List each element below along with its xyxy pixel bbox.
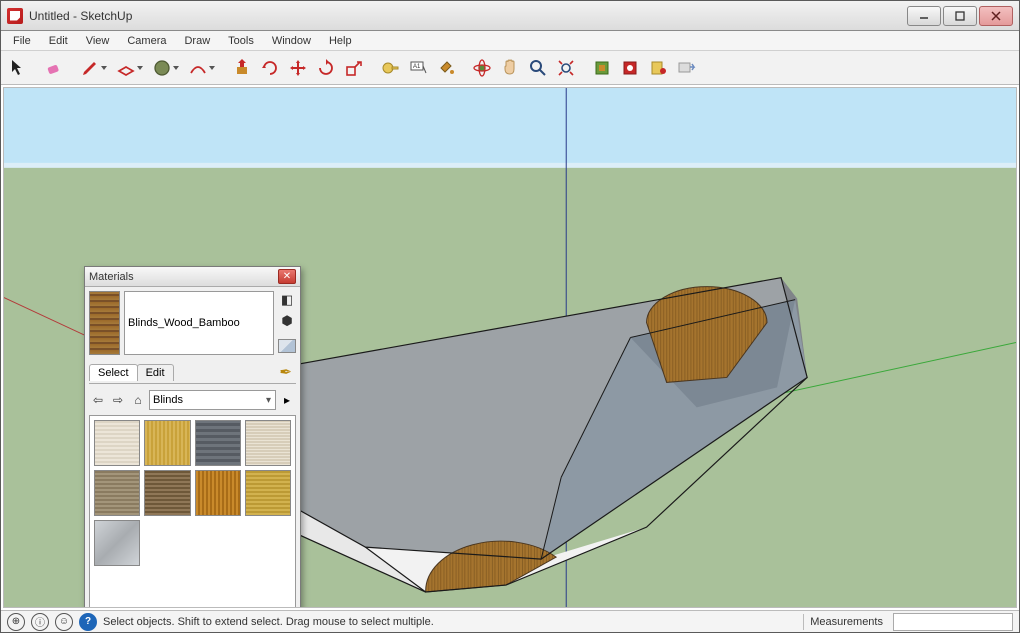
material-thumb[interactable]	[195, 420, 241, 466]
window-controls	[905, 6, 1013, 26]
signin-icon[interactable]: ☺	[55, 613, 73, 631]
default-material-icon[interactable]	[278, 339, 296, 353]
materials-titlebar[interactable]: Materials ✕	[85, 267, 300, 287]
orbit-tool-icon[interactable]	[469, 55, 495, 81]
layout-tool-icon[interactable]	[645, 55, 671, 81]
viewport-3d[interactable]: Materials ✕ ◧ ⬢ Select Ed	[3, 87, 1017, 608]
display-secondary-pane-icon[interactable]: ◧	[278, 291, 296, 309]
extension-warehouse-icon[interactable]	[617, 55, 643, 81]
details-menu-icon[interactable]: ▸	[278, 391, 296, 409]
move-tool-icon[interactable]	[285, 55, 311, 81]
minimize-button[interactable]	[907, 6, 941, 26]
material-thumb[interactable]	[144, 420, 190, 466]
menubar: File Edit View Camera Draw Tools Window …	[1, 31, 1019, 51]
menu-draw[interactable]: Draw	[176, 33, 218, 49]
send-tool-icon[interactable]	[673, 55, 699, 81]
status-hint: Select objects. Shift to extend select. …	[103, 616, 434, 628]
geolocation-icon[interactable]: ⊕	[7, 613, 25, 631]
materials-close-button[interactable]: ✕	[278, 269, 296, 284]
material-thumb[interactable]	[195, 470, 241, 516]
material-category-value: Blinds	[153, 394, 183, 406]
materials-title: Materials	[89, 271, 278, 283]
app-window: Untitled - SketchUp File Edit View Camer…	[0, 0, 1020, 633]
rectangle-tool-icon[interactable]	[113, 55, 139, 81]
material-thumb[interactable]	[144, 470, 190, 516]
select-tool-icon[interactable]	[5, 55, 31, 81]
material-thumbnail-grid	[89, 415, 296, 608]
statusbar: ⊕ ⓘ ☺ ? Select objects. Shift to extend …	[1, 610, 1019, 632]
menu-help[interactable]: Help	[321, 33, 360, 49]
titlebar: Untitled - SketchUp	[1, 1, 1019, 31]
paintbucket-tool-icon[interactable]	[433, 55, 459, 81]
nav-forward-icon[interactable]: ⇨	[109, 391, 127, 409]
eraser-tool-icon[interactable]	[41, 55, 67, 81]
material-thumb[interactable]	[245, 470, 291, 516]
close-button[interactable]	[979, 6, 1013, 26]
measurements-label: Measurements	[810, 616, 883, 628]
circle-tool-icon[interactable]	[149, 55, 175, 81]
materials-body: ◧ ⬢ Select Edit ✒ ⇦ ⇨ ⌂ Blinds	[85, 287, 300, 608]
tab-edit[interactable]: Edit	[137, 364, 174, 381]
tape-tool-icon[interactable]	[377, 55, 403, 81]
nav-home-icon[interactable]: ⌂	[129, 391, 147, 409]
material-thumb[interactable]	[94, 420, 140, 466]
tab-select[interactable]: Select	[89, 364, 138, 381]
material-thumb[interactable]	[245, 420, 291, 466]
menu-window[interactable]: Window	[264, 33, 319, 49]
rotate-tool-icon[interactable]	[313, 55, 339, 81]
materials-panel[interactable]: Materials ✕ ◧ ⬢ Select Ed	[84, 266, 301, 608]
menu-edit[interactable]: Edit	[41, 33, 76, 49]
app-icon	[7, 8, 23, 24]
warehouse-tool-icon[interactable]	[589, 55, 615, 81]
svg-text:A1: A1	[413, 64, 421, 70]
menu-camera[interactable]: Camera	[119, 33, 174, 49]
measurements-field[interactable]	[893, 613, 1013, 631]
material-preview-swatch[interactable]	[89, 291, 120, 355]
material-thumb[interactable]	[94, 470, 140, 516]
window-title: Untitled - SketchUp	[29, 9, 905, 23]
zoom-extents-tool-icon[interactable]	[553, 55, 579, 81]
credits-icon[interactable]: ⓘ	[31, 613, 49, 631]
menu-file[interactable]: File	[5, 33, 39, 49]
nav-back-icon[interactable]: ⇦	[89, 391, 107, 409]
main-toolbar: A1	[1, 51, 1019, 85]
eyedropper-icon[interactable]: ✒	[279, 363, 296, 381]
pushpull-tool-icon[interactable]	[229, 55, 255, 81]
menu-tools[interactable]: Tools	[220, 33, 262, 49]
material-category-select[interactable]: Blinds	[149, 390, 276, 410]
pencil-tool-icon[interactable]	[77, 55, 103, 81]
zoom-tool-icon[interactable]	[525, 55, 551, 81]
scale-tool-icon[interactable]	[341, 55, 367, 81]
text-tool-icon[interactable]: A1	[405, 55, 431, 81]
menu-view[interactable]: View	[78, 33, 118, 49]
pan-tool-icon[interactable]	[497, 55, 523, 81]
material-thumb[interactable]	[94, 520, 140, 566]
offset-tool-icon[interactable]	[257, 55, 283, 81]
arc-tool-icon[interactable]	[185, 55, 211, 81]
create-material-icon[interactable]: ⬢	[278, 312, 296, 330]
help-icon[interactable]: ?	[79, 613, 97, 631]
material-name-field[interactable]	[124, 291, 274, 355]
maximize-button[interactable]	[943, 6, 977, 26]
